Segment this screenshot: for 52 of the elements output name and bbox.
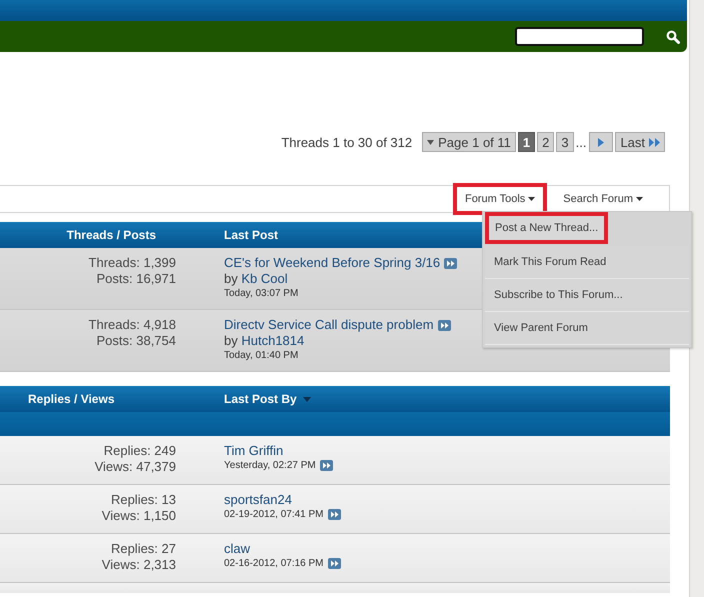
author-link[interactable]: Kb Cool bbox=[241, 271, 288, 286]
by-label: by bbox=[224, 333, 238, 348]
next-page-button[interactable] bbox=[589, 132, 614, 152]
thread-count: Threads 1 to 30 of 312 bbox=[281, 134, 412, 150]
column-header[interactable]: Last Post By bbox=[224, 392, 297, 406]
author-link[interactable]: Tim Griffin bbox=[224, 443, 284, 459]
caret-icon bbox=[528, 197, 536, 201]
page-button[interactable]: 2 bbox=[537, 132, 554, 152]
stat-text: Replies: 13 bbox=[110, 492, 176, 508]
caret-icon bbox=[427, 140, 434, 144]
go-to-post-icon[interactable] bbox=[328, 558, 341, 569]
stat-text: Posts: 38,754 bbox=[96, 333, 176, 349]
thread-link[interactable]: Directv Service Call dispute problem bbox=[224, 317, 434, 333]
next-arrow-icon bbox=[598, 138, 604, 146]
stat-text: Replies: 249 bbox=[102, 443, 176, 459]
scrollbar[interactable] bbox=[689, 0, 704, 597]
stat-text: Replies: 27 bbox=[110, 541, 176, 557]
author-link[interactable]: sportsfan24 bbox=[224, 492, 292, 508]
column-header: Last Post bbox=[224, 228, 278, 242]
search-icon[interactable] bbox=[666, 30, 680, 44]
sort-arrow-icon[interactable] bbox=[302, 396, 311, 402]
stat-text: Threads: 4,918 bbox=[88, 317, 176, 333]
go-to-post-icon[interactable] bbox=[444, 258, 458, 268]
post-time: Today, 03:07 PM bbox=[224, 287, 298, 300]
menu-item[interactable]: Post a New Thread... bbox=[485, 212, 608, 244]
author-link[interactable]: Hutch1814 bbox=[241, 333, 304, 348]
ellipsis: ... bbox=[576, 134, 586, 150]
post-time: 02-16-2012, 07:16 PM bbox=[224, 557, 324, 570]
caret-icon bbox=[636, 197, 643, 201]
toolbar-menu-button[interactable]: Search Forum bbox=[551, 183, 655, 215]
post-time: Yesterday, 02:27 PM bbox=[224, 459, 316, 472]
stat-text: Views: 47,379 bbox=[94, 459, 176, 475]
column-header: Replies / Views bbox=[28, 392, 114, 406]
stat-text: Views: 1,150 bbox=[100, 508, 176, 524]
page-menu-button[interactable]: Page 1 of 11 bbox=[422, 132, 516, 152]
go-to-post-icon[interactable] bbox=[438, 320, 451, 330]
stat-text: Views: 2,313 bbox=[100, 557, 176, 573]
double-arrow-icon bbox=[649, 138, 660, 146]
page-button[interactable]: 1 bbox=[518, 132, 536, 152]
search-field[interactable] bbox=[515, 27, 644, 46]
author-link[interactable]: claw bbox=[224, 541, 250, 557]
go-to-post-icon[interactable] bbox=[320, 460, 333, 471]
stat-text: Posts: 16,971 bbox=[96, 271, 176, 287]
post-time: Today, 01:40 PM bbox=[224, 349, 298, 362]
last-page-button[interactable]: Last bbox=[615, 132, 666, 152]
page-button[interactable]: 3 bbox=[556, 132, 574, 152]
post-time: 02-19-2012, 07:41 PM bbox=[224, 508, 324, 521]
column-header: Threads / Posts bbox=[66, 228, 157, 242]
stat-text: Threads: 1,399 bbox=[88, 255, 176, 271]
by-label: by bbox=[224, 271, 238, 286]
thread-link[interactable]: CE's for Weekend Before Spring 3/16 bbox=[224, 255, 440, 271]
go-to-post-icon[interactable] bbox=[328, 509, 341, 520]
